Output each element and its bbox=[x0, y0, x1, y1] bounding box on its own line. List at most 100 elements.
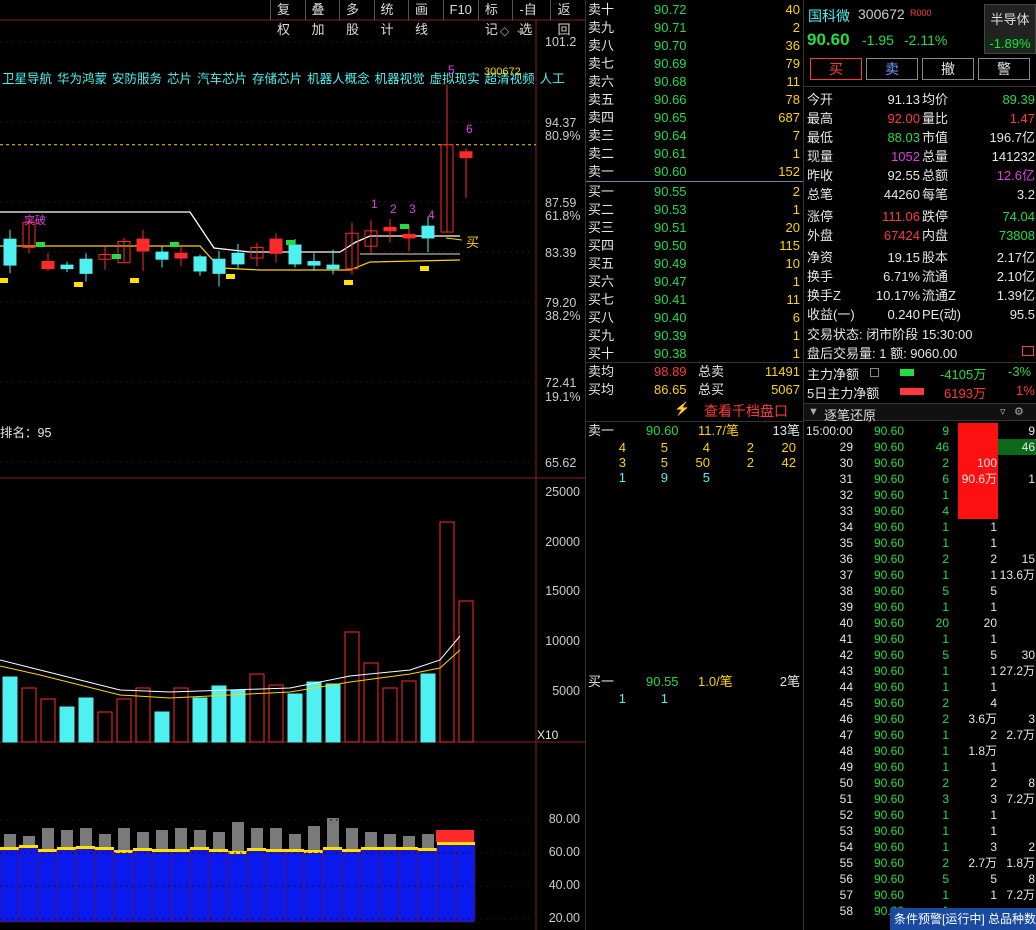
tick-price: 90.60 bbox=[874, 728, 905, 742]
tick-vol: 1 bbox=[942, 824, 949, 838]
tick-price: 90.60 bbox=[874, 696, 905, 710]
tick-time: 57 bbox=[839, 888, 853, 902]
volume-axis-tick: 25000 bbox=[545, 485, 580, 499]
info-value: 1052 bbox=[891, 149, 920, 164]
indicator-gray bbox=[42, 828, 54, 849]
ob-price[interactable]: 90.55 bbox=[654, 183, 687, 201]
flow5-pct: 1% bbox=[1016, 383, 1035, 398]
cancel-button[interactable]: 撤 bbox=[922, 58, 974, 80]
flow5-value: 6193万 bbox=[944, 386, 986, 401]
info-label: 总量 bbox=[922, 149, 949, 164]
concept-tag[interactable]: 汽车芯片 bbox=[197, 68, 247, 87]
concept-tag[interactable]: 卫星导航 bbox=[2, 68, 52, 87]
ob-price[interactable]: 90.68 bbox=[654, 73, 687, 91]
tick-vol: 4 bbox=[942, 504, 949, 518]
toolbar-button-4[interactable]: 画线 bbox=[408, 0, 443, 37]
toolbar-button-7[interactable]: -自选 bbox=[512, 0, 550, 37]
tick-price: 90.60 bbox=[874, 616, 905, 630]
indicator-bar bbox=[113, 852, 134, 923]
ob-qty: 687 bbox=[778, 110, 800, 125]
sell-button[interactable]: 卖 bbox=[866, 58, 918, 80]
concept-tag[interactable]: 芯片 bbox=[167, 68, 192, 87]
indicator-cap bbox=[228, 851, 247, 854]
ob-price[interactable]: 90.53 bbox=[654, 201, 687, 219]
filter-icon[interactable]: ▿ bbox=[1000, 405, 1006, 418]
target-icon[interactable]: ⌖ bbox=[517, 24, 524, 39]
concept-tag[interactable]: 机器视觉 bbox=[375, 68, 425, 87]
detail-qty: 20 bbox=[781, 440, 796, 455]
ob-price[interactable]: 90.69 bbox=[654, 55, 687, 73]
ob-price[interactable]: 90.66 bbox=[654, 91, 687, 109]
tick-price: 90.60 bbox=[874, 856, 905, 870]
toolbar-button-5[interactable]: F10 bbox=[442, 0, 478, 20]
tick-price: 90.60 bbox=[874, 440, 905, 454]
tick-buy-agg: 5 bbox=[990, 584, 997, 598]
concept-tag[interactable]: 机器人概念 bbox=[307, 68, 370, 87]
toolbar-button-2[interactable]: 多股 bbox=[339, 0, 374, 37]
tick-row: 56 90.60 5 5 8 bbox=[804, 871, 1036, 887]
list-icon[interactable] bbox=[870, 368, 879, 377]
ob-price[interactable]: 90.61 bbox=[654, 145, 687, 163]
indicator-gray bbox=[61, 830, 73, 847]
concept-tag[interactable]: 华为鸿蒙 bbox=[57, 68, 107, 87]
concept-tag[interactable]: 安防服务 bbox=[112, 68, 162, 87]
ob-price[interactable]: 90.49 bbox=[654, 255, 687, 273]
indicator-axis-tick: 60.00 bbox=[548, 845, 580, 859]
volume-axis-tick: 10000 bbox=[545, 634, 580, 648]
ob-price[interactable]: 90.70 bbox=[654, 37, 687, 55]
tick-buy-agg: 1 bbox=[990, 760, 997, 774]
buy-button[interactable]: 买 bbox=[810, 58, 862, 80]
bar-chart-icon[interactable] bbox=[1022, 346, 1034, 356]
ob-price[interactable]: 90.60 bbox=[654, 163, 687, 181]
tick-vol: 46 bbox=[935, 440, 949, 454]
toolbar-button-3[interactable]: 统计 bbox=[373, 0, 409, 37]
detail-qty: 5 bbox=[660, 440, 668, 455]
toolbar-button-0[interactable]: 复权 bbox=[270, 0, 305, 37]
condition-alert-bar[interactable]: 条件预警[运行中] 总品种数 bbox=[890, 908, 1036, 930]
indicator-cap bbox=[323, 847, 342, 850]
stock-name: 国科微 bbox=[808, 8, 850, 24]
info-row: 最高 92.00 量比 1.47 bbox=[804, 109, 1036, 128]
sector-pct: -1.89% bbox=[985, 36, 1035, 51]
ob-price[interactable]: 90.47 bbox=[654, 273, 687, 291]
ob-price[interactable]: 90.41 bbox=[654, 291, 687, 309]
ob-price[interactable]: 90.71 bbox=[654, 19, 687, 37]
kline-chart-panel[interactable]: 123456 复权 叠加 多股 统计 画线 F10 标记 -自选 返回 卫星导航 华为鸿蒙 安防服务… bbox=[0, 0, 585, 930]
signal-marker-yellow bbox=[0, 278, 8, 283]
flash-icon[interactable]: ⚡ bbox=[674, 401, 690, 417]
ob-qty: 1 bbox=[792, 202, 800, 217]
toolbar-button-8[interactable]: 返回 bbox=[550, 0, 585, 37]
ob-price[interactable]: 90.72 bbox=[654, 1, 687, 19]
ob-price[interactable]: 90.40 bbox=[654, 309, 687, 327]
sector-box[interactable]: 半导体 -1.89% bbox=[984, 4, 1036, 54]
info-label: 量比 bbox=[922, 111, 949, 126]
toolbar-button-6[interactable]: 标记 bbox=[477, 0, 513, 37]
collapse-icon[interactable]: ▼ bbox=[808, 406, 819, 418]
settings-icon[interactable]: ⚙ bbox=[1014, 405, 1024, 418]
tick-price: 90.60 bbox=[874, 584, 905, 598]
indicator-cap bbox=[152, 849, 171, 852]
toolbar-button-1[interactable]: 叠加 bbox=[304, 0, 340, 37]
tick-time: 40 bbox=[839, 616, 853, 630]
concept-tags: 卫星导航 华为鸿蒙 安防服务 芯片 汽车芯片 存储芯片 机器人概念 机器视觉 虚拟现实 超清视频人… bbox=[2, 68, 565, 87]
ob-label: 卖七 bbox=[588, 56, 615, 71]
ob-price[interactable]: 90.64 bbox=[654, 127, 687, 145]
info-divider bbox=[804, 86, 1036, 87]
ob-qty: 1 bbox=[792, 328, 800, 343]
ob-price[interactable]: 90.39 bbox=[654, 327, 687, 345]
concept-tag[interactable]: 虚拟现实 bbox=[430, 68, 480, 87]
diamond-icon[interactable]: ◇ bbox=[500, 24, 509, 38]
thousand-orderbook-link[interactable]: 查看千档盘口 bbox=[704, 401, 788, 421]
ob-price[interactable]: 90.38 bbox=[654, 345, 687, 363]
tick-vol: 5 bbox=[942, 872, 949, 886]
ob-label: 卖十 bbox=[588, 2, 615, 17]
alert-button[interactable]: 警 bbox=[978, 58, 1030, 80]
concept-tag[interactable]: 人工 bbox=[540, 68, 565, 87]
ob-price[interactable]: 90.50 bbox=[654, 237, 687, 255]
info-value: 12.6亿 bbox=[996, 168, 1035, 183]
ob-price[interactable]: 90.65 bbox=[654, 109, 687, 127]
ob-price[interactable]: 90.51 bbox=[654, 219, 687, 237]
concept-tag[interactable]: 存储芯片 bbox=[252, 68, 302, 87]
rank-label: 排名：95 bbox=[0, 426, 52, 440]
tick-buy-agg: 3.6万 bbox=[968, 712, 997, 726]
